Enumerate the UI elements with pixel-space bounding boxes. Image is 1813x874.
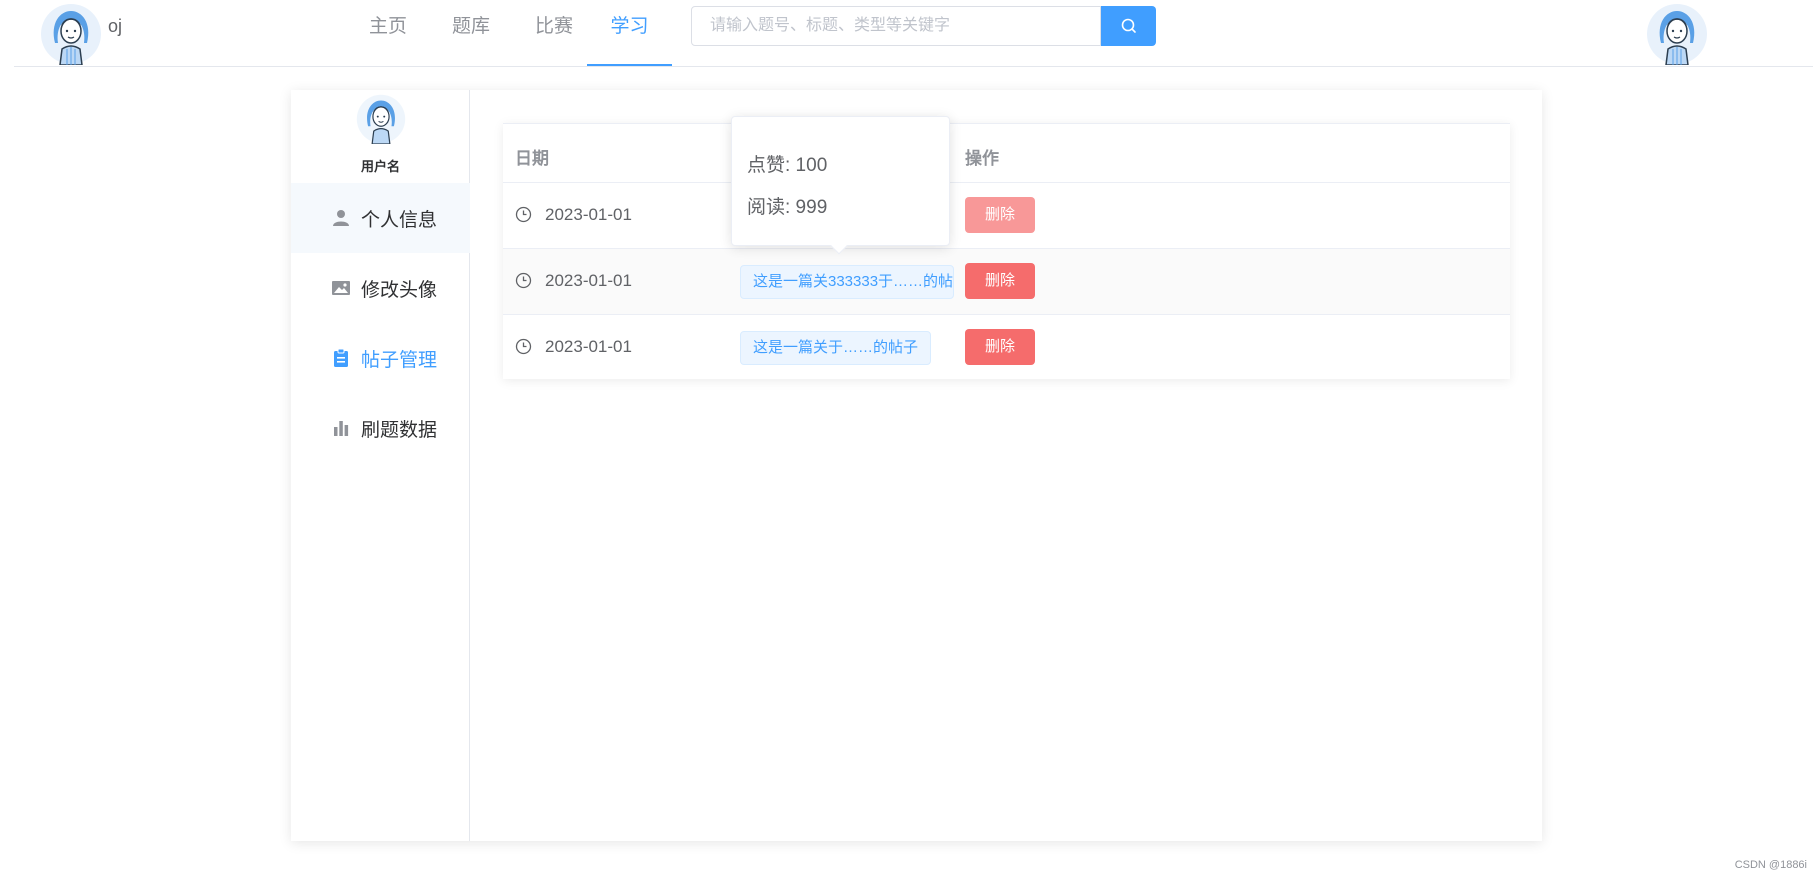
top-header: oj 主页 题库 比赛 学习 (14, 0, 1813, 67)
nav-item-problems[interactable]: 题库 (435, 0, 507, 66)
sidebar-item-label: 刷题数据 (361, 419, 438, 441)
site-name[interactable]: oj (108, 16, 122, 37)
table-header: 日期 操作 (503, 124, 1510, 183)
table-row: 2023-01-01 这是一篇关333333于……的帖子 删除 (503, 249, 1510, 315)
sidebar-item-posts[interactable]: 帖子管理 (291, 323, 470, 393)
nav-item-study[interactable]: 学习 (587, 0, 672, 66)
clipboard-icon (334, 348, 348, 367)
bar-chart-icon (334, 421, 349, 436)
post-title-tag[interactable]: 这是一篇关于……的帖子 (740, 331, 932, 365)
page: oj 主页 题库 比赛 学习 请输入题号、标题、类型等关键字 用户名 个人信息 … (0, 0, 1813, 874)
posts-table: 日期 操作 2023-01-01 删除 2023-01-01 这是一篇关3333… (503, 123, 1510, 379)
watermark: CSDN @1886i (1734, 859, 1807, 871)
delete-button[interactable]: 删除 (965, 263, 1035, 299)
clock-icon (515, 338, 532, 355)
nav-item-contests[interactable]: 比赛 (518, 0, 590, 66)
logo-avatar[interactable] (40, 3, 102, 65)
sidebar-username: 用户名 (360, 159, 400, 174)
reads-count: 阅读: 999 (747, 197, 828, 218)
user-avatar[interactable] (1646, 3, 1708, 65)
row-date: 2023-01-01 (545, 271, 632, 290)
picture-icon (332, 281, 350, 295)
search-input[interactable] (691, 6, 1101, 46)
row-date: 2023-01-01 (545, 337, 632, 356)
search-button[interactable] (1101, 6, 1156, 46)
nav-item-home[interactable]: 主页 (352, 0, 424, 66)
user-icon (333, 210, 349, 226)
delete-button[interactable]: 删除 (965, 329, 1035, 365)
column-header-date: 日期 (515, 149, 549, 168)
post-title-tag[interactable]: 这是一篇关333333于……的帖子 (740, 265, 954, 299)
clock-icon (515, 206, 532, 223)
sidebar-item-profile[interactable]: 个人信息 (291, 183, 470, 253)
sidebar-item-avatar[interactable]: 修改头像 (291, 253, 470, 323)
search-icon (1121, 18, 1136, 33)
table-row: 2023-01-01 这是一篇关于……的帖子 删除 (503, 315, 1510, 381)
column-header-actions: 操作 (965, 149, 999, 168)
row-date: 2023-01-01 (545, 205, 632, 224)
sidebar-item-label: 修改头像 (361, 279, 438, 301)
likes-count: 点赞: 100 (747, 155, 828, 176)
sidebar-item-label: 个人信息 (361, 209, 438, 231)
sidebar-item-label: 帖子管理 (361, 349, 438, 371)
clock-icon (515, 272, 532, 289)
post-stats-popover: 点赞: 100 阅读: 999 (731, 116, 950, 246)
table-row: 2023-01-01 删除 (503, 183, 1510, 249)
sidebar-avatar (356, 94, 406, 144)
sidebar-item-stats[interactable]: 刷题数据 (291, 393, 470, 463)
sidebar: 用户名 个人信息 修改头像 帖子管理 刷题数据 (291, 90, 470, 841)
delete-button[interactable]: 删除 (965, 197, 1035, 233)
